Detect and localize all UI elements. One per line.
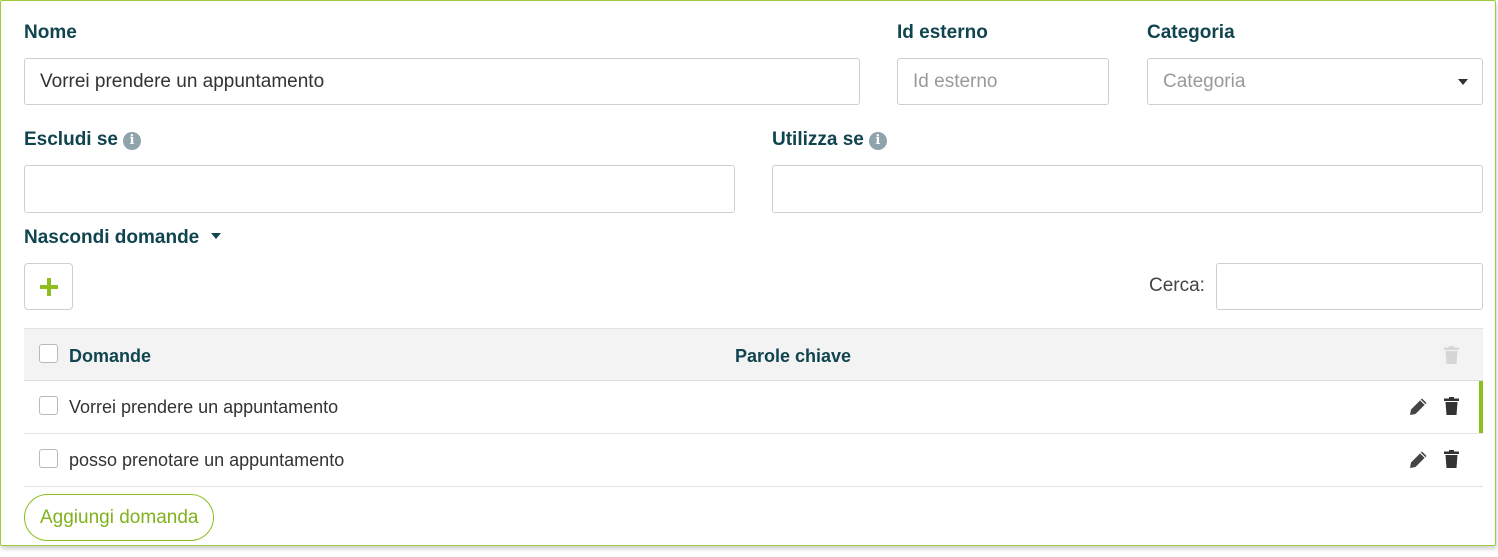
pencil-icon[interactable] xyxy=(1409,397,1428,416)
add-question-pill-button[interactable]: Aggiungi domanda xyxy=(24,494,215,541)
trash-icon[interactable] xyxy=(1444,397,1459,415)
question-text: Vorrei prendere un appuntamento xyxy=(69,397,339,417)
search-input[interactable] xyxy=(1216,263,1483,310)
use-if-label: Utilizza se xyxy=(772,129,864,150)
exclude-if-label: Escludi se xyxy=(24,129,118,150)
question-text: posso prenotare un appuntamento xyxy=(69,450,345,470)
table-row[interactable]: Vorrei prendere un appuntamento xyxy=(24,381,1483,434)
name-label: Nome xyxy=(24,22,77,43)
name-input[interactable]: Vorrei prendere un appuntamento xyxy=(24,58,860,105)
external-id-label: Id esterno xyxy=(897,22,988,43)
table-header: Domande Parole chiave xyxy=(24,328,1483,381)
exclude-if-label-row: Escludi se i xyxy=(24,129,141,151)
info-icon[interactable]: i xyxy=(868,132,887,150)
select-all-checkbox[interactable] xyxy=(39,344,58,363)
plus-icon xyxy=(39,277,58,296)
external-id-input[interactable]: Id esterno xyxy=(897,58,1109,105)
selected-row-indicator xyxy=(1479,381,1483,433)
use-if-input[interactable] xyxy=(772,165,1483,213)
question-editor-panel: Nome Vorrei prendere un appuntamento Id … xyxy=(0,0,1496,546)
hide-questions-label: Nascondi domande xyxy=(24,227,200,248)
exclude-if-input[interactable] xyxy=(24,165,735,213)
row-checkbox[interactable] xyxy=(39,396,58,415)
chevron-down-icon xyxy=(1458,79,1468,85)
category-label: Categoria xyxy=(1147,22,1235,43)
trash-icon[interactable] xyxy=(1444,450,1459,468)
info-icon[interactable]: i xyxy=(123,132,141,150)
row-checkbox[interactable] xyxy=(39,449,58,468)
column-header-questions[interactable]: Domande xyxy=(69,346,151,367)
hide-questions-toggle[interactable]: Nascondi domande xyxy=(24,227,221,249)
add-question-button[interactable] xyxy=(24,263,73,310)
table-row[interactable]: posso prenotare un appuntamento xyxy=(24,434,1483,487)
caret-down-icon xyxy=(210,233,221,239)
search-label: Cerca: xyxy=(1149,275,1205,296)
trash-icon[interactable] xyxy=(1444,346,1459,364)
category-select[interactable]: Categoria xyxy=(1147,58,1483,105)
use-if-label-row: Utilizza se i xyxy=(772,129,887,151)
pencil-icon[interactable] xyxy=(1409,450,1428,469)
category-select-placeholder: Categoria xyxy=(1163,70,1246,92)
column-header-keywords[interactable]: Parole chiave xyxy=(735,346,851,367)
